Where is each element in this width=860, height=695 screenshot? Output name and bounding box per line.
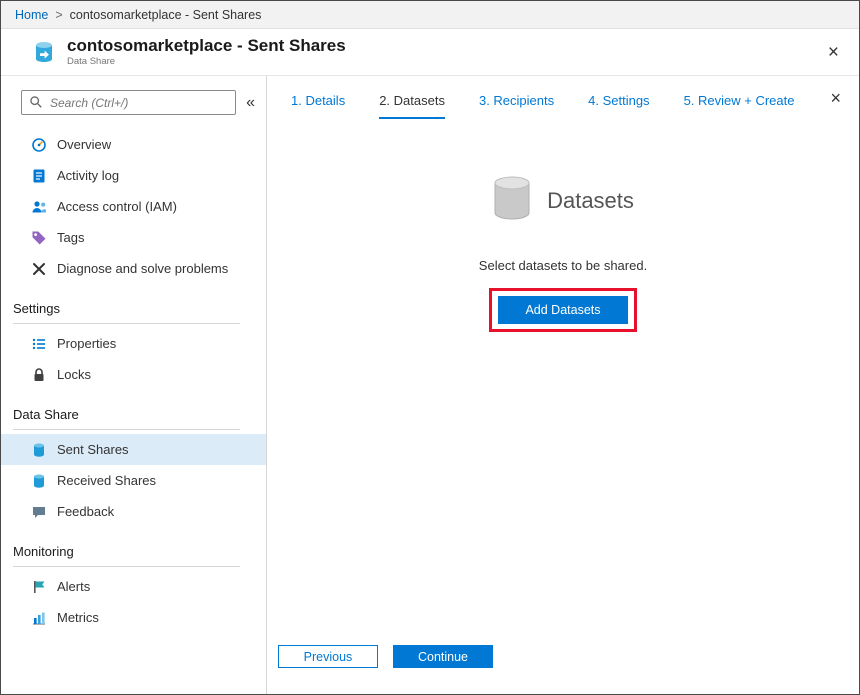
wizard-tabs: 1. Details 2. Datasets 3. Recipients 4. …	[267, 76, 859, 119]
sidebar-item-label: Feedback	[57, 504, 114, 519]
received-shares-icon	[31, 473, 47, 489]
tab-settings[interactable]: 4. Settings	[588, 93, 649, 119]
close-wizard-icon[interactable]: ×	[826, 89, 845, 107]
sidebar-group-settings: Settings	[13, 284, 240, 324]
sidebar-item-diagnose[interactable]: Diagnose and solve problems	[1, 253, 266, 284]
sidebar-item-label: Metrics	[57, 610, 99, 625]
sidebar-item-label: Tags	[57, 230, 84, 245]
data-share-resource-icon	[31, 39, 57, 65]
sidebar-item-sent-shares[interactable]: Sent Shares	[1, 434, 266, 465]
sidebar-item-label: Access control (IAM)	[57, 199, 177, 214]
database-cylinder-icon	[492, 175, 532, 226]
datasets-description: Select datasets to be shared.	[479, 258, 647, 273]
tab-details[interactable]: 1. Details	[291, 93, 345, 119]
metrics-icon	[31, 610, 47, 626]
resource-menu: Overview Activity log	[1, 129, 266, 633]
collapse-sidebar-icon[interactable]: «	[243, 94, 258, 112]
continue-button[interactable]: Continue	[393, 645, 493, 668]
breadcrumb-home-link[interactable]: Home	[15, 8, 48, 22]
sent-shares-icon	[31, 442, 47, 458]
properties-icon	[31, 336, 47, 352]
datasets-title: Datasets	[547, 188, 634, 214]
sidebar-item-feedback[interactable]: Feedback	[1, 496, 266, 527]
search-input[interactable]	[21, 90, 236, 115]
search-wrap	[21, 90, 236, 115]
activity-log-icon	[31, 168, 47, 184]
add-datasets-button[interactable]: Add Datasets	[498, 296, 627, 324]
tab-datasets[interactable]: 2. Datasets	[379, 93, 445, 119]
sidebar-item-label: Activity log	[57, 168, 119, 183]
tags-icon	[31, 230, 47, 246]
sidebar-item-tags[interactable]: Tags	[1, 222, 266, 253]
close-blade-icon[interactable]: ×	[824, 43, 843, 62]
send-share-wizard: 1. Details 2. Datasets 3. Recipients 4. …	[267, 76, 859, 694]
page-subtitle: Data Share	[67, 57, 346, 68]
wizard-footer: Previous Continue	[267, 645, 859, 694]
sidebar-item-label: Locks	[57, 367, 91, 382]
alerts-icon	[31, 579, 47, 595]
sidebar-item-overview[interactable]: Overview	[1, 129, 266, 160]
sidebar-group-data-share: Data Share	[13, 390, 240, 430]
resource-menu-sidebar: « Overview	[1, 76, 267, 694]
breadcrumb-current: contosomarketplace - Sent Shares	[70, 8, 262, 22]
feedback-icon	[31, 504, 47, 520]
sidebar-item-activity-log[interactable]: Activity log	[1, 160, 266, 191]
sidebar-item-received-shares[interactable]: Received Shares	[1, 465, 266, 496]
previous-button[interactable]: Previous	[278, 645, 378, 668]
sidebar-item-alerts[interactable]: Alerts	[1, 571, 266, 602]
sidebar-item-access-control[interactable]: Access control (IAM)	[1, 191, 266, 222]
sidebar-search-row: «	[1, 90, 266, 115]
azure-portal-window: Home > contosomarketplace - Sent Shares …	[0, 0, 860, 695]
sidebar-item-label: Received Shares	[57, 473, 156, 488]
sidebar-group-monitoring: Monitoring	[13, 527, 240, 567]
tab-review-create[interactable]: 5. Review + Create	[684, 93, 795, 119]
search-icon	[29, 95, 43, 114]
sidebar-item-metrics[interactable]: Metrics	[1, 602, 266, 633]
datasets-step-content: Datasets Select datasets to be shared. A…	[267, 119, 859, 645]
sidebar-item-properties[interactable]: Properties	[1, 328, 266, 359]
sidebar-item-label: Sent Shares	[57, 442, 129, 457]
header-text: contosomarketplace - Sent Shares Data Sh…	[67, 36, 346, 67]
breadcrumb-separator: >	[55, 8, 62, 22]
tab-recipients[interactable]: 3. Recipients	[479, 93, 554, 119]
sidebar-item-label: Alerts	[57, 579, 90, 594]
breadcrumb: Home > contosomarketplace - Sent Shares	[1, 1, 859, 29]
diagnose-icon	[31, 261, 47, 277]
page-header: contosomarketplace - Sent Shares Data Sh…	[1, 29, 859, 76]
highlight-box: Add Datasets	[489, 288, 636, 332]
overview-icon	[31, 137, 47, 153]
datasets-header: Datasets	[492, 175, 634, 226]
access-control-icon	[31, 199, 47, 215]
locks-icon	[31, 367, 47, 383]
body-row: « Overview	[1, 76, 859, 694]
page-title: contosomarketplace - Sent Shares	[67, 36, 346, 56]
sidebar-item-label: Properties	[57, 336, 116, 351]
sidebar-item-locks[interactable]: Locks	[1, 359, 266, 390]
sidebar-item-label: Overview	[57, 137, 111, 152]
sidebar-item-label: Diagnose and solve problems	[57, 261, 228, 276]
